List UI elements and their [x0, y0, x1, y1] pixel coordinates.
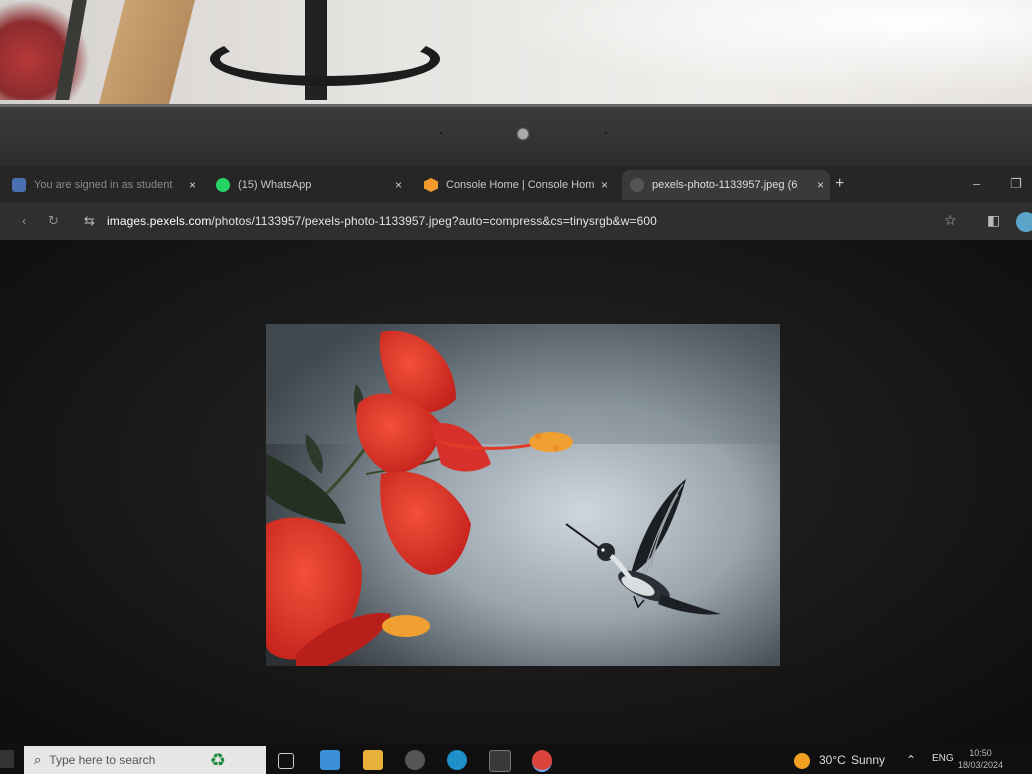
file-explorer-icon[interactable]	[363, 750, 383, 770]
chrome-icon[interactable]	[532, 750, 552, 772]
page-icon	[12, 178, 26, 192]
url-host: images.pexels.com	[107, 214, 212, 228]
tab-student[interactable]: You are signed in as student ×	[12, 170, 202, 200]
bezel-sensor	[440, 132, 442, 134]
tab-bar: You are signed in as student × (15) What…	[0, 166, 1032, 202]
edge-icon[interactable]	[447, 750, 467, 770]
hummingbird-hibiscus-image	[266, 324, 780, 666]
search-placeholder: Type here to search	[49, 753, 156, 767]
tab-title: You are signed in as student	[34, 179, 173, 191]
recycle-icon: ♻	[209, 750, 226, 770]
window-light	[420, 0, 1032, 108]
webcam-icon	[518, 129, 528, 139]
url-field[interactable]: images.pexels.com/photos/1133957/pexels-…	[107, 214, 657, 228]
monitor-bezel	[0, 104, 1032, 169]
close-icon[interactable]: ×	[395, 178, 402, 192]
url-path: /photos/1133957/pexels-photo-1133957.jpe…	[211, 214, 657, 228]
search-icon: ⌕	[34, 752, 42, 767]
minimize-button[interactable]: –	[973, 176, 980, 191]
close-icon[interactable]: ×	[817, 178, 824, 192]
back-icon[interactable]: ‹	[22, 213, 26, 228]
language-indicator[interactable]: ENG	[932, 753, 954, 764]
tab-console-home[interactable]: Console Home | Console Hom ×	[424, 170, 614, 200]
task-view-icon[interactable]	[278, 753, 294, 769]
address-bar: ‹ ↻ ⇆ images.pexels.com/photos/1133957/p…	[0, 202, 1032, 241]
whatsapp-icon	[216, 178, 230, 192]
tab-title: pexels-photo-1133957.jpeg (6	[652, 179, 798, 191]
browser-viewport	[0, 240, 1032, 744]
tab-title: (15) WhatsApp	[238, 179, 312, 191]
hexagon-icon	[424, 178, 438, 192]
clock-time: 10:50	[969, 748, 992, 758]
clock-date: 18/03/2024	[958, 760, 1004, 770]
bezel-sensor	[605, 132, 607, 134]
globe-icon	[630, 178, 644, 192]
chair-base	[210, 32, 440, 86]
chevron-up-icon[interactable]: ⌃	[906, 753, 916, 767]
tab-pexels-image[interactable]: pexels-photo-1133957.jpeg (6 ×	[622, 170, 830, 200]
mail-icon[interactable]	[320, 750, 340, 770]
media-icon[interactable]	[405, 750, 425, 770]
close-icon[interactable]: ×	[189, 178, 196, 192]
system-clock[interactable]: 10:50 18/03/2024	[958, 747, 1003, 771]
new-tab-button[interactable]: +	[835, 175, 844, 193]
reload-icon[interactable]: ↻	[48, 213, 59, 229]
weather-temperature[interactable]: 30°C	[819, 753, 846, 767]
side-panel-icon[interactable]: ◧	[987, 212, 1000, 229]
weather-condition[interactable]: Sunny	[851, 753, 885, 767]
windows-taskbar: ⌕ Type here to search ♻ 30°C Sunny ⌃ ENG…	[0, 744, 1032, 774]
weather-sun-icon	[794, 753, 810, 769]
store-icon[interactable]	[489, 750, 511, 772]
site-info-icon[interactable]: ⇆	[84, 213, 95, 229]
start-button[interactable]	[0, 750, 14, 768]
star-icon[interactable]: ☆	[944, 212, 957, 229]
restore-button[interactable]: ❐	[1010, 176, 1022, 192]
tab-title: Console Home | Console Hom	[446, 179, 595, 191]
taskbar-search[interactable]: ⌕ Type here to search ♻	[24, 746, 266, 774]
tab-whatsapp[interactable]: (15) WhatsApp ×	[216, 170, 408, 200]
profile-avatar[interactable]	[1016, 212, 1032, 232]
close-icon[interactable]: ×	[601, 178, 608, 192]
room-background	[0, 0, 1032, 108]
